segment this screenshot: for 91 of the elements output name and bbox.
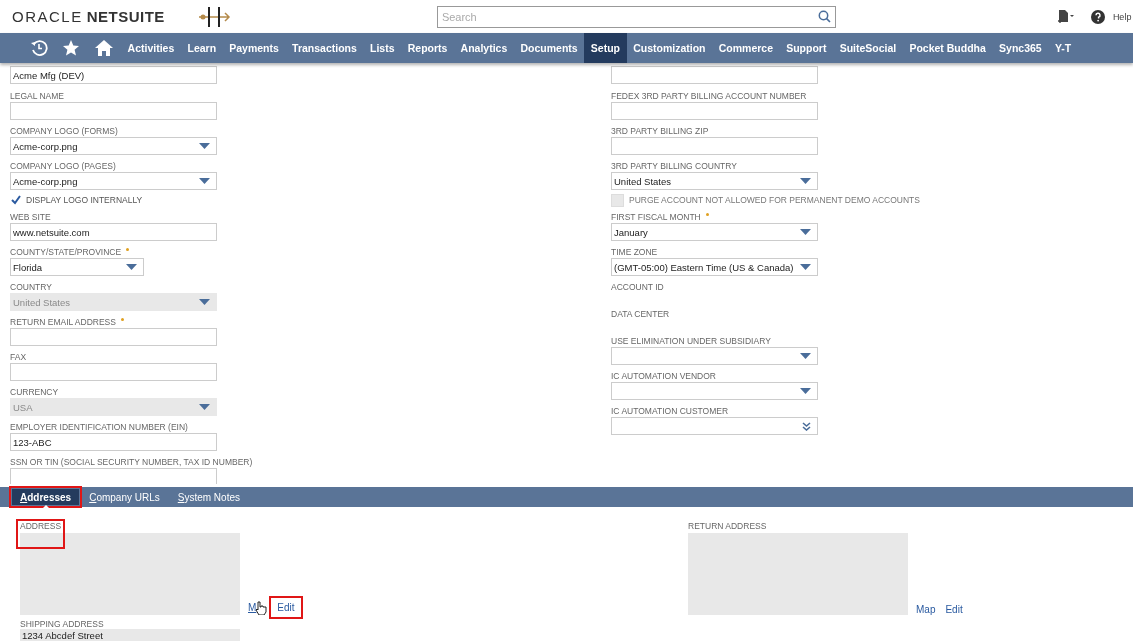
dropdown-arrow-icon: [800, 229, 811, 235]
nav-tab[interactable]: Y-T: [1048, 33, 1078, 63]
nav-tab[interactable]: Pocket Buddha: [902, 33, 993, 63]
text-field[interactable]: [10, 363, 217, 381]
text-field[interactable]: [611, 102, 818, 120]
dropdown-field[interactable]: [611, 382, 818, 400]
help-link[interactable]: Help: [1112, 11, 1132, 22]
nav-tab[interactable]: Learn: [180, 33, 223, 63]
text-field[interactable]: www.netsuite.com: [10, 223, 217, 241]
field-label: FEDEX 3RD PARTY BILLING ACCOUNT NUMBER: [611, 90, 807, 101]
field-label: COUNTRY: [10, 281, 52, 292]
field-label: FAX: [10, 351, 27, 362]
field-label: COMPANY LOGO (PAGES): [10, 160, 116, 171]
home-icon[interactable]: [94, 39, 114, 57]
company-emblem-icon: [196, 5, 231, 28]
text-field[interactable]: 123-ABC: [10, 433, 217, 451]
help-icon[interactable]: [1090, 9, 1105, 24]
field-label: SSN OR TIN (SOCIAL SECURITY NUMBER, TAX ID NUMBER): [10, 456, 253, 467]
checkbox-label: DISPLAY LOGO INTERNALLY: [26, 195, 143, 205]
field-label: WEB SITE: [10, 211, 51, 222]
field-label: IC AUTOMATION VENDOR: [611, 370, 716, 381]
field-label: EMPLOYER IDENTIFICATION NUMBER (EIN): [10, 421, 188, 432]
dropdown-arrow-icon: [199, 178, 210, 184]
nav-tab[interactable]: Transactions: [285, 33, 364, 63]
field-label: RETURN EMAIL ADDRESS: [10, 316, 116, 327]
search-field[interactable]: Search: [436, 5, 836, 28]
subtab[interactable]: Addresses: [12, 489, 80, 505]
field-label: COUNTY/STATE/PROVINCE: [10, 246, 122, 257]
field-label: COMPANY LOGO (FORMS): [10, 125, 118, 136]
text-field[interactable]: [10, 102, 217, 120]
dropdown-arrow-icon: [199, 404, 210, 410]
nav-tab[interactable]: Lists: [363, 33, 402, 63]
text-field[interactable]: Acme Mfg (DEV): [10, 66, 217, 84]
text-field[interactable]: [611, 137, 818, 155]
link[interactable]: Edit: [271, 598, 301, 617]
field-label: ACCOUNT ID: [611, 281, 664, 292]
nav-tab[interactable]: Customization: [626, 33, 713, 63]
dropdown-field[interactable]: January: [611, 223, 818, 241]
dropdown-field[interactable]: [611, 417, 818, 435]
dropdown-field[interactable]: [611, 347, 818, 365]
link[interactable]: Map: [912, 602, 940, 617]
recent-history-icon[interactable]: [30, 39, 48, 57]
field-label: IC AUTOMATION CUSTOMER: [611, 405, 729, 416]
dropdown-arrow-icon: [126, 264, 137, 270]
netsuite-logo: ORACLE NETSUITE: [12, 8, 165, 25]
double-chevron-icon: [802, 421, 811, 431]
address-text-area[interactable]: 1234 Abcdef Street: [20, 629, 240, 641]
nav-tab[interactable]: Payments: [222, 33, 286, 63]
nav-tab[interactable]: Commerce: [712, 33, 780, 63]
star-icon[interactable]: [62, 39, 80, 57]
dropdown-field[interactable]: (GMT-05:00) Eastern Time (US & Canada): [611, 258, 818, 276]
field-label: USE ELIMINATION UNDER SUBSIDIARY: [611, 335, 771, 346]
field-label: FIRST FISCAL MONTH: [611, 211, 701, 222]
dropdown-field[interactable]: Florida: [10, 258, 144, 276]
text-field[interactable]: [611, 66, 818, 84]
field-label: 3RD PARTY BILLING ZIP: [611, 125, 709, 136]
dropdown-arrow-icon: [199, 143, 210, 149]
field-label: RETURN ADDRESS: [688, 521, 767, 531]
dropdown-arrow-icon: [800, 353, 811, 359]
dropdown-arrow-icon: [800, 388, 811, 394]
field-label: CURRENCY: [10, 386, 59, 397]
nav-tab[interactable]: SuiteSocial: [833, 33, 903, 63]
dropdown-arrow-icon: [800, 178, 811, 184]
nav-tab[interactable]: Reports: [401, 33, 454, 63]
dropdown-field[interactable]: Acme-corp.png: [10, 137, 217, 155]
nav-tab[interactable]: Support: [779, 33, 834, 63]
field-label: 3RD PARTY BILLING COUNTRY: [611, 160, 737, 171]
subtab[interactable]: System Notes: [169, 489, 248, 505]
field-label: SHIPPING ADDRESS: [20, 619, 105, 629]
field-label: ADDRESS: [18, 521, 64, 547]
field-label: TIME ZONE: [611, 246, 658, 257]
nav-tab[interactable]: Setup: [584, 33, 627, 63]
nav-tab[interactable]: Analytics: [454, 33, 514, 63]
checkbox-label: PURGE ACCOUNT NOT ALLOWED FOR PERMANENT DEMO ACCOUNTS: [629, 195, 920, 205]
user-role-icon[interactable]: [1056, 8, 1075, 25]
search-icon: [817, 9, 831, 23]
dropdown-field[interactable]: Acme-corp.png: [10, 172, 217, 190]
link[interactable]: M: [244, 600, 257, 615]
checkbox[interactable]: [10, 194, 21, 206]
dropdown-field[interactable]: United States: [611, 172, 818, 190]
field-label: DATA CENTER: [611, 308, 670, 319]
subtab[interactable]: Company URLs: [81, 489, 168, 505]
dropdown-arrow-icon: [199, 299, 210, 305]
text-field[interactable]: [10, 328, 217, 346]
nav-tab[interactable]: Sync365: [992, 33, 1049, 63]
field-label: LEGAL NAME: [10, 90, 64, 101]
nav-tab[interactable]: Documents: [513, 33, 585, 63]
nav-tab[interactable]: Activities: [121, 33, 181, 63]
address-text-area[interactable]: [20, 533, 240, 615]
link[interactable]: Edit: [941, 602, 967, 617]
dropdown-arrow-icon: [800, 264, 811, 270]
